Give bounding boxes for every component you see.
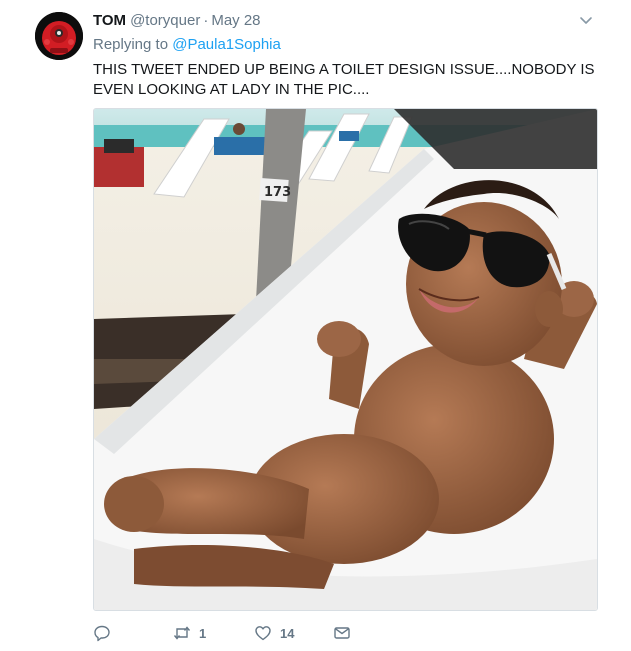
avatar-image xyxy=(35,12,83,60)
reply-icon xyxy=(94,625,110,642)
heart-icon xyxy=(255,626,271,641)
avatar[interactable] xyxy=(35,12,83,60)
replying-to-line: Replying to @Paula1Sophia xyxy=(93,36,281,53)
author-handle[interactable]: @toryquer xyxy=(130,12,200,29)
tweet-actions: 1 14 xyxy=(93,622,393,644)
tweet-header: TOM @toryquer · May 28 xyxy=(93,12,261,30)
chevron-down-icon[interactable] xyxy=(578,12,594,28)
like-button[interactable]: 14 xyxy=(254,622,294,644)
mention-link[interactable]: @Paula1Sophia xyxy=(172,36,281,53)
retweet-button[interactable]: 1 xyxy=(173,622,206,644)
tweet-card[interactable]: TOM @toryquer · May 28 Replying to @Paula1S… xyxy=(0,0,631,651)
timestamp-link[interactable]: May 28 xyxy=(211,12,260,29)
separator-dot: · xyxy=(203,12,209,29)
author-name[interactable]: TOM xyxy=(93,12,126,29)
retweet-count: 1 xyxy=(199,625,207,641)
beach-baby-photo: 173 xyxy=(94,109,597,610)
tweet-media-photo[interactable]: 173 xyxy=(93,108,598,611)
umbrella-sign-text: 173 xyxy=(264,185,291,200)
retweet-icon xyxy=(173,626,191,640)
direct-message-button[interactable] xyxy=(333,622,351,644)
replying-to-label: Replying to xyxy=(93,36,169,53)
like-count: 14 xyxy=(280,625,295,641)
envelope-icon xyxy=(334,627,350,639)
reply-button[interactable] xyxy=(93,622,119,644)
tweet-text: THIS TWEET ENDED UP BEING A TOILET DESIG… xyxy=(93,61,595,98)
